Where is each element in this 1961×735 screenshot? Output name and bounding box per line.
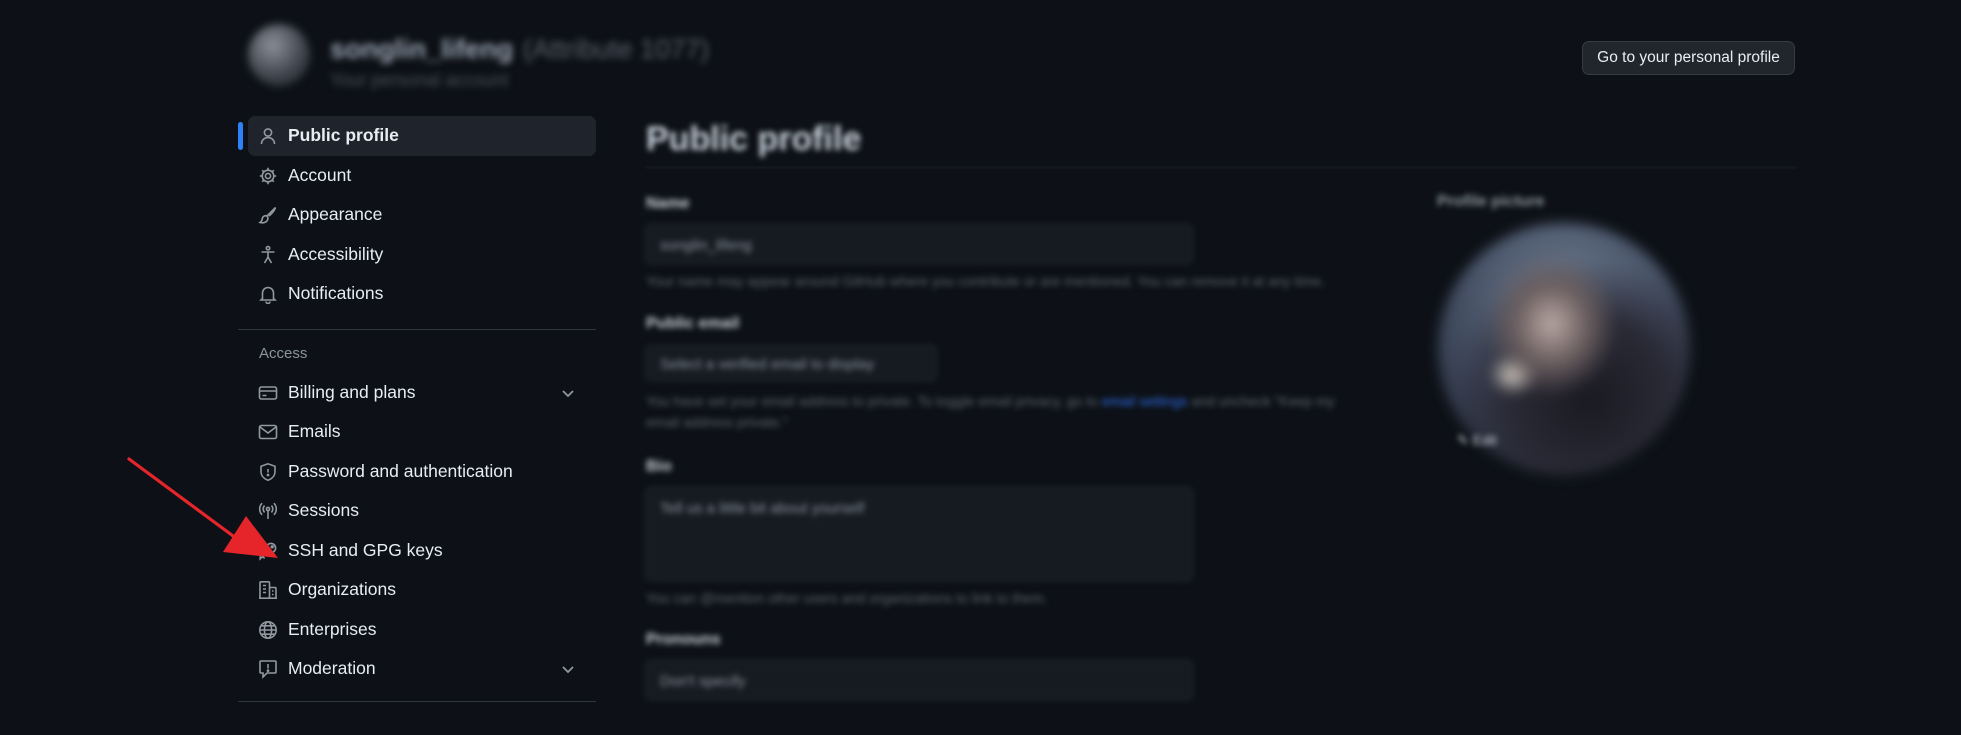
header-username: songlin_lifeng (Attribute 1077) bbox=[330, 34, 710, 64]
sidebar-item-label: Moderation bbox=[288, 658, 376, 679]
pronouns-label: Pronouns bbox=[646, 631, 721, 648]
chevron-down-icon[interactable] bbox=[560, 661, 576, 677]
sidebar-item-label: Password and authentication bbox=[288, 460, 513, 481]
sidebar-item-label: SSH and GPG keys bbox=[288, 539, 443, 560]
header-subtitle: Your personal account bbox=[330, 70, 509, 90]
public-email-note-cont: email address private." bbox=[646, 414, 788, 430]
public-email-select[interactable]: Select a verified email to display bbox=[645, 345, 937, 381]
report-icon bbox=[258, 659, 278, 679]
sidebar-item-accessibility[interactable]: Accessibility bbox=[238, 235, 596, 275]
pronouns-value: Don't specify bbox=[660, 673, 746, 690]
pencil-icon: ✎ bbox=[1457, 432, 1469, 448]
header-avatar[interactable] bbox=[248, 24, 310, 86]
accessibility-icon bbox=[258, 245, 278, 265]
paintbrush-icon bbox=[258, 205, 278, 225]
settings-sidebar: Public profile Account Appearance Access… bbox=[238, 116, 596, 717]
name-note: Your name may appear around GitHub where… bbox=[646, 273, 1325, 289]
name-value: songlin_lifeng bbox=[660, 237, 752, 254]
bio-note: You can @mention other users and organiz… bbox=[646, 590, 1048, 606]
sidebar-item-label: Billing and plans bbox=[288, 381, 416, 402]
sidebar-item-billing[interactable]: Billing and plans bbox=[238, 373, 596, 413]
sidebar-section-access: Access bbox=[259, 344, 308, 362]
profile-picture-label: Profile picture bbox=[1437, 193, 1545, 210]
sidebar-item-appearance[interactable]: Appearance bbox=[238, 195, 596, 235]
public-email-placeholder: Select a verified email to display bbox=[660, 356, 875, 373]
sidebar-item-emails[interactable]: Emails bbox=[238, 412, 596, 452]
sidebar-item-public-profile[interactable]: Public profile bbox=[238, 116, 596, 156]
sidebar-item-label: Enterprises bbox=[288, 618, 377, 639]
organization-icon bbox=[258, 580, 278, 600]
email-settings-link[interactable]: email settings bbox=[1102, 393, 1188, 409]
public-email-note: You have set your email address to priva… bbox=[646, 393, 1335, 409]
bio-textarea[interactable]: Tell us a little bit about yourself bbox=[645, 487, 1193, 581]
sidebar-item-notifications[interactable]: Notifications bbox=[238, 274, 596, 314]
sidebar-item-organizations[interactable]: Organizations bbox=[238, 570, 596, 610]
bio-placeholder: Tell us a little bit about yourself bbox=[660, 500, 865, 517]
bio-label: Bio bbox=[646, 458, 672, 475]
go-to-profile-button[interactable]: Go to your personal profile bbox=[1582, 41, 1795, 75]
bell-icon bbox=[258, 284, 278, 304]
edit-picture-button[interactable]: ✎ Edit bbox=[1457, 432, 1497, 449]
sidebar-item-moderation[interactable]: Moderation bbox=[238, 649, 596, 689]
chevron-down-icon[interactable] bbox=[560, 385, 576, 401]
annotation-arrow-icon bbox=[127, 457, 278, 558]
sidebar-divider bbox=[238, 700, 596, 702]
gear-icon bbox=[258, 166, 278, 186]
active-indicator bbox=[238, 122, 243, 150]
pronouns-select[interactable]: Don't specify bbox=[645, 660, 1193, 700]
name-input[interactable]: songlin_lifeng bbox=[645, 224, 1193, 264]
public-email-label: Public email bbox=[646, 315, 740, 332]
title-divider bbox=[645, 167, 1797, 168]
sidebar-item-label: Emails bbox=[288, 421, 341, 442]
sidebar-item-label: Sessions bbox=[288, 500, 360, 521]
sidebar-item-sessions[interactable]: Sessions bbox=[238, 491, 596, 531]
credit-card-icon bbox=[258, 383, 278, 403]
page-title: Public profile bbox=[646, 120, 862, 158]
sidebar-item-password-auth[interactable]: Password and authentication bbox=[238, 452, 596, 492]
sidebar-item-enterprises[interactable]: Enterprises bbox=[238, 610, 596, 650]
sidebar-divider bbox=[238, 328, 596, 330]
sidebar-item-label: Accessibility bbox=[288, 243, 384, 264]
sidebar-item-label: Account bbox=[288, 164, 352, 185]
sidebar-item-account[interactable]: Account bbox=[238, 156, 596, 196]
public-profile-form: Public profile Name songlin_lifeng Your … bbox=[645, 115, 1797, 735]
globe-icon bbox=[258, 620, 278, 640]
sidebar-item-label: Organizations bbox=[288, 579, 396, 600]
sidebar-item-label: Appearance bbox=[288, 204, 383, 225]
sidebar-item-label: Public profile bbox=[288, 125, 399, 146]
mail-icon bbox=[258, 422, 278, 442]
person-icon bbox=[258, 126, 278, 146]
sidebar-item-label: Notifications bbox=[288, 283, 384, 304]
name-label: Name bbox=[646, 195, 690, 212]
account-header: songlin_lifeng (Attribute 1077) Your pers… bbox=[248, 22, 1798, 92]
sidebar-item-ssh-gpg-keys[interactable]: SSH and GPG keys bbox=[238, 531, 596, 571]
